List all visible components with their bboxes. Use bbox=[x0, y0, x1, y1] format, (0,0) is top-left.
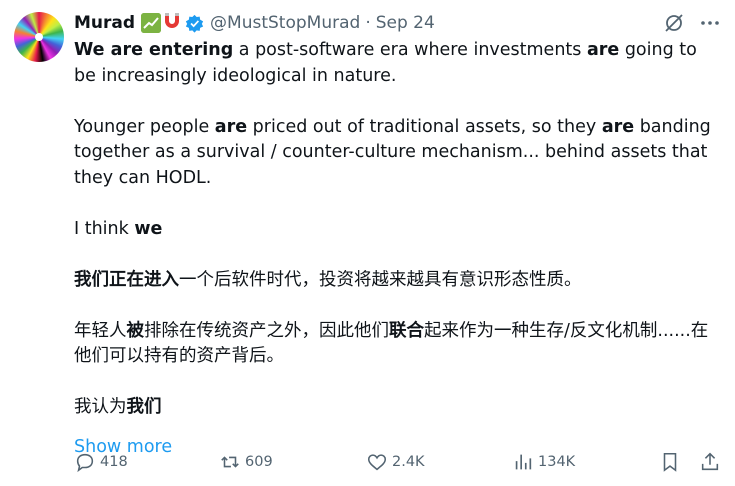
top-actions bbox=[663, 12, 721, 34]
author-name[interactable]: Murad bbox=[74, 13, 135, 33]
paragraph: Younger people are priced out of traditi… bbox=[74, 116, 711, 188]
like-button[interactable]: 2.4K bbox=[366, 451, 425, 473]
chart-yen-emoji-icon bbox=[141, 13, 162, 33]
bookmark-button[interactable] bbox=[659, 451, 681, 473]
magnet-emoji-icon bbox=[163, 12, 181, 34]
paragraph: We are entering a post-software era wher… bbox=[74, 40, 697, 86]
action-bar: 418 609 2.4K 134K bbox=[74, 448, 721, 476]
reply-count: 418 bbox=[100, 454, 128, 470]
avatar[interactable] bbox=[14, 12, 64, 62]
author-handle[interactable]: @MustStopMurad bbox=[210, 13, 360, 33]
views-button[interactable]: 134K bbox=[512, 451, 575, 473]
bookmark-icon bbox=[663, 452, 677, 472]
repost-icon bbox=[221, 456, 239, 468]
reply-icon bbox=[76, 453, 94, 473]
repost-count: 609 bbox=[245, 454, 273, 470]
tweet-body: We are entering a post-software era wher… bbox=[74, 38, 714, 460]
reply-button[interactable]: 418 bbox=[74, 451, 128, 473]
share-icon bbox=[701, 452, 719, 471]
more-options-icon[interactable] bbox=[699, 12, 721, 34]
separator-dot: · bbox=[365, 13, 371, 33]
heart-icon bbox=[367, 454, 387, 471]
paragraph: I think we bbox=[74, 218, 163, 239]
grok-icon[interactable] bbox=[663, 12, 685, 34]
paragraph: 我们正在进入一个后软件时代，投资将越来越具有意识形态性质。 bbox=[74, 269, 582, 290]
paragraph: 年轻人被排除在传统资产之外，因此他们联合起来作为一种生存/反文化机制......… bbox=[74, 320, 709, 367]
repost-button[interactable]: 609 bbox=[219, 451, 273, 473]
post-date[interactable]: Sep 24 bbox=[376, 13, 435, 33]
like-count: 2.4K bbox=[392, 454, 425, 470]
view-count: 134K bbox=[538, 454, 576, 470]
paragraph: 我认为我们 bbox=[74, 397, 162, 417]
share-button[interactable] bbox=[699, 451, 721, 473]
verified-badge-icon bbox=[185, 14, 204, 33]
tweet-header: Murad @MustStopMurad · Sep 24 bbox=[74, 10, 435, 36]
analytics-icon bbox=[515, 454, 532, 470]
